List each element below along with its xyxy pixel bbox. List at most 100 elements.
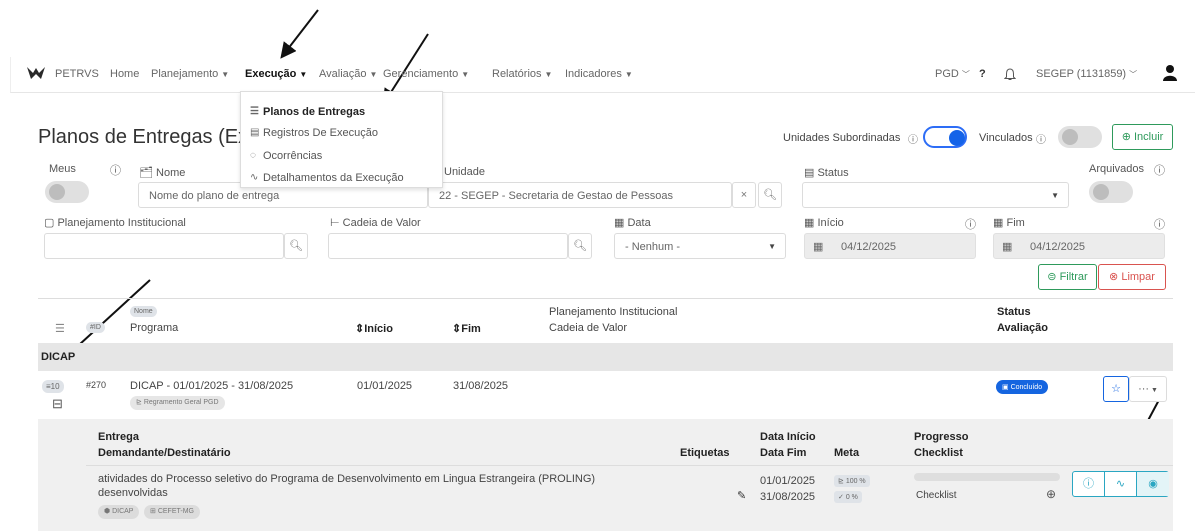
edit-icon[interactable]: ✎ [737,489,746,502]
user-menu[interactable]: SEGEP (1131859) ﹀ [1036,68,1137,80]
pgd-dropdown[interactable]: PGD ﹀ [935,68,970,80]
nav-avaliacao[interactable]: Avaliação ▼ [319,68,377,80]
status-label: ▤ Status [804,167,849,179]
nav-gerenciamento[interactable]: Gerenciamento ▼ [383,68,469,80]
divider [86,465,1173,466]
divider [38,298,1173,299]
fim-label: ▦ Fim [993,217,1025,229]
cadeia-header: Cadeia de Valor [549,322,628,334]
plan-inicio: 01/01/2025 [357,380,413,392]
regramento-tag: ⊵ Regramento Geral PGD [130,396,225,410]
search-icon: 🔍︎ [763,189,777,201]
menu-item-detalhamentos[interactable]: ∿ Detalhamentos da Execução [250,172,404,184]
search-cadeia-button[interactable]: 🔍︎ [568,233,592,259]
page-title: Planos de Entregas (Ex [38,126,249,148]
eye-icon[interactable]: ◉ [1137,472,1169,496]
nome-label: 🗂 Nome [139,167,186,179]
tag-dicap: ⬢ DICAP [98,505,140,519]
nav-home[interactable]: Home [110,68,139,80]
id-card-icon: 🗂 [139,167,153,179]
count-badge[interactable]: ≡10 [42,380,64,393]
tag-cefet: ⊞ CEFET-MG [144,505,200,519]
more-options-button[interactable]: ··· ▼ [1129,376,1167,402]
calendar-icon: ▦ [813,241,824,253]
chat-icon: ◌ [250,150,256,161]
programa-header: Programa [130,322,179,334]
search-icon: 🔍︎ [573,240,587,252]
checklist-label: Checklist [916,490,957,501]
info-icon[interactable]: ⓘ [1073,472,1105,496]
filter-icon: ⊜ [1047,271,1057,283]
filtrar-button[interactable]: ⊜ Filtrar [1038,264,1097,290]
search-planejamento-button[interactable]: 🔍︎ [284,233,308,259]
user-avatar-icon[interactable] [1163,64,1177,82]
calendar-icon: ▦ [614,217,625,229]
unidades-subordinadas-label: Unidades Subordinadas [783,132,901,144]
group-row: DICAP [38,343,1173,371]
plan-id: #270 [86,380,107,390]
nav-planejamento[interactable]: Planejamento ▼ [151,68,229,80]
brand-name[interactable]: PETRVS [55,68,99,80]
entrega-header: Entrega [98,431,139,443]
inicio-header[interactable]: ⇕Início [355,322,393,335]
vinculados-toggle[interactable] [1058,126,1102,148]
plan-fim: 31/08/2025 [453,380,509,392]
x-circle-icon: ⊗ [1109,271,1119,283]
status-icon: ▤ [804,167,815,179]
plus-icon: ⊕ [1121,131,1131,143]
entrega-fim: 31/08/2025 [760,491,816,503]
activity-icon[interactable]: ∿ [1105,472,1137,496]
list-icon: ☰ [250,106,259,117]
activity-icon: ∿ [250,172,259,183]
limpar-button[interactable]: ⊗ Limpar [1098,264,1166,290]
nome-pill: Nome [130,306,157,317]
menu-item-registros-execucao[interactable]: ▤ Registros De Execução [250,127,378,139]
menu-item-ocorrencias[interactable]: ◌ Ocorrências [250,150,322,162]
inicio-label: ▦ Início [804,217,844,229]
bell-icon[interactable] [1004,68,1016,81]
unidades-subordinadas-toggle[interactable] [923,126,967,148]
nav-execucao[interactable]: Execução ▼ [245,68,307,80]
avaliacao-header: Avaliação [997,322,1048,334]
calendar-icon: ▦ [804,217,815,229]
info-icon: ⓘ [1036,135,1046,146]
caret-down-icon: ▼ [1051,191,1059,200]
status-badge: ▣ Concluído [996,380,1049,394]
info-icon: ⓘ [1154,165,1165,177]
data-select[interactable]: - Nenhum - ▼ [614,233,786,259]
collapse-icon[interactable]: ⊟ [52,396,63,412]
status-select[interactable]: ▼ [802,182,1069,208]
etiquetas-header: Etiquetas [680,447,730,459]
arquivados-toggle[interactable] [1089,181,1133,203]
nav-indicadores[interactable]: Indicadores ▼ [565,68,633,80]
fim-header[interactable]: ⇕Fim [452,322,481,335]
planejamento-header: Planejamento Institucional [549,306,678,318]
favorite-button[interactable]: ☆ [1103,376,1129,402]
hierarchy-icon: ⊢ [330,217,340,229]
clipboard-icon: ▤ [250,127,260,138]
clear-unidade-button[interactable]: × [732,182,756,208]
unidade-input[interactable]: 22 - SEGEP - Secretaria de Gestao de Pes… [428,182,732,208]
plan-nome: DICAP - 01/01/2025 - 31/08/2025 [130,380,294,392]
incluir-button[interactable]: ⊕ Incluir [1112,124,1173,150]
petrvs-logo-icon [27,67,45,79]
id-header: #ID [86,322,105,333]
nav-relatorios[interactable]: Relatórios ▼ [492,68,552,80]
caret-down-icon: ▼ [768,242,776,251]
checklist-header: Checklist [914,447,963,459]
entrega-line1: atividades do Processo seletivo do Progr… [98,473,596,485]
menu-item-planos-entregas[interactable]: ☰ Planos de Entregas [250,106,365,118]
data-fim-header: Data Fim [760,447,807,459]
info-icon: ⓘ [965,219,976,231]
search-unidade-button[interactable]: 🔍︎ [758,182,782,208]
planejamento-input[interactable] [44,233,284,259]
fim-date-input[interactable]: ▦ 04/12/2025 [993,233,1165,259]
data-label: ▦ Data [614,217,651,229]
download-icon[interactable]: ⊕ [1046,487,1056,501]
help-button[interactable]: ? [979,68,986,80]
doc-icon: ▢ [44,217,55,229]
action-button-group: ⓘ ∿ ◉ [1072,471,1169,497]
inicio-date-input[interactable]: ▦ 04/12/2025 [804,233,976,259]
cadeia-input[interactable] [328,233,568,259]
meus-toggle[interactable] [45,181,89,203]
